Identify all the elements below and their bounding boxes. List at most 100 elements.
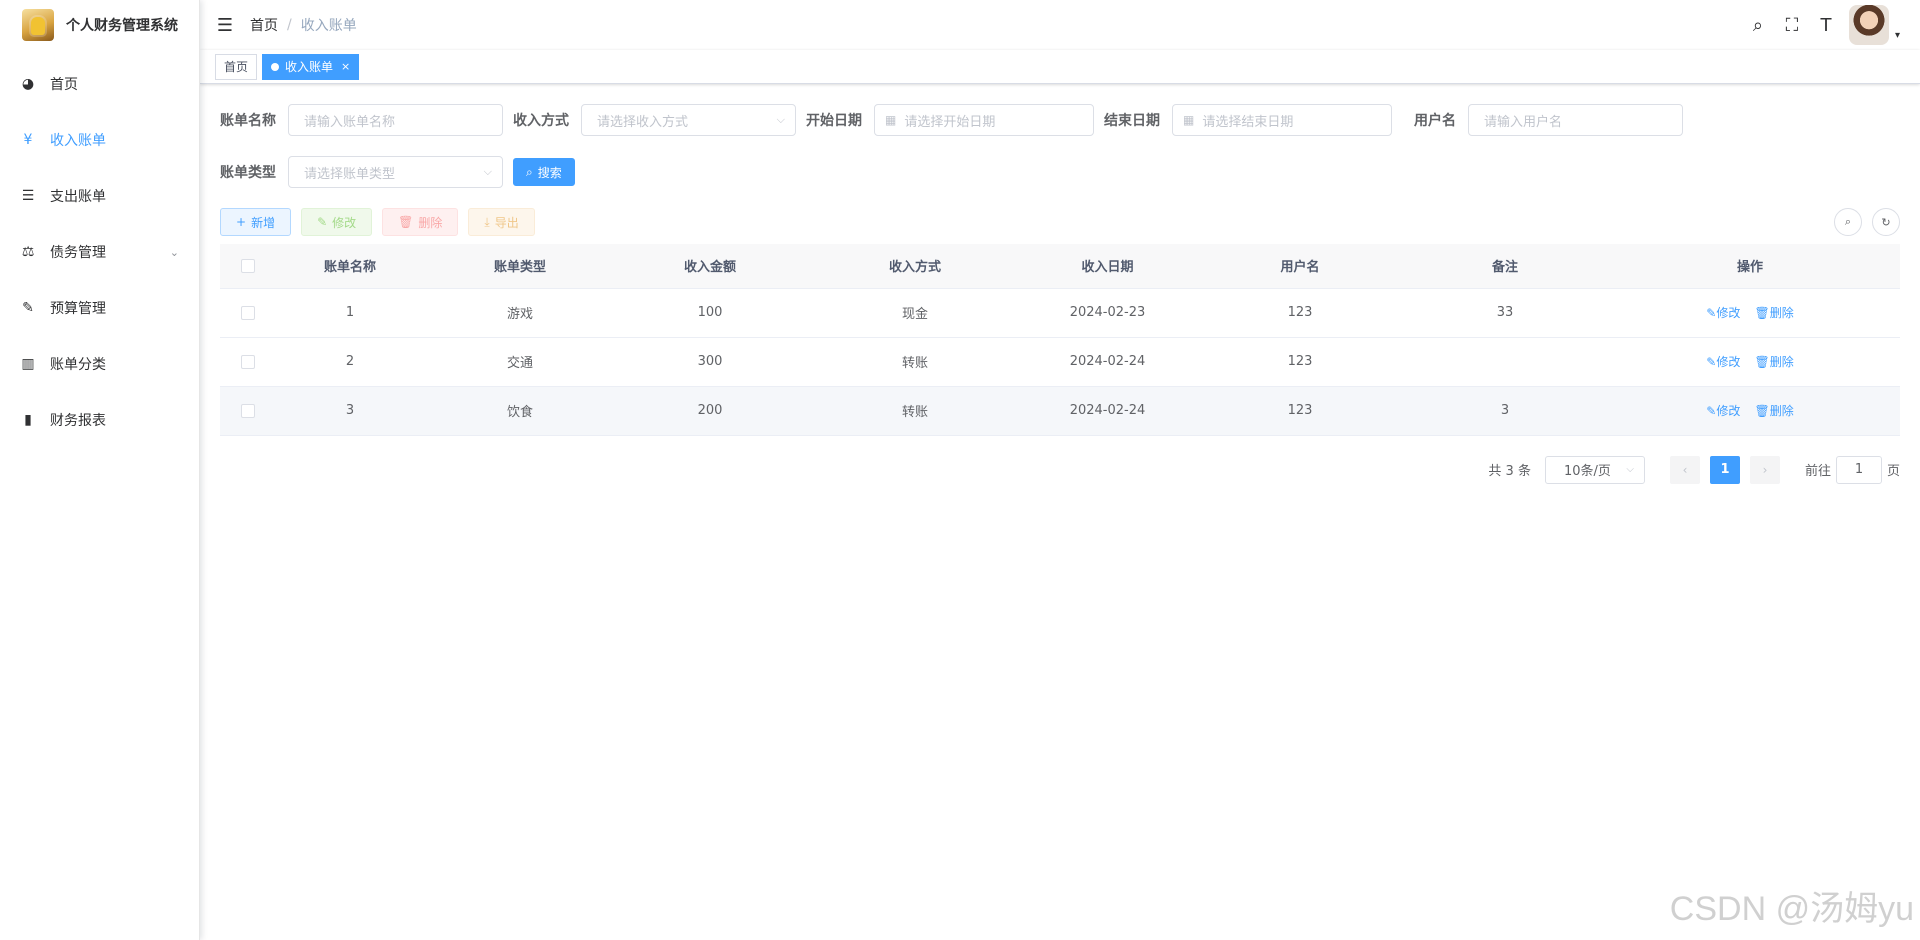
page-size-select[interactable]: 10条/页 ⌵ — [1544, 455, 1645, 484]
cell-income-date: 2024-02-24 — [1025, 386, 1190, 436]
row-delete-link[interactable]: 🗑删除 — [1754, 355, 1793, 369]
form-item-username: 用户名 请输入用户名 — [1414, 104, 1683, 136]
col-income-method: 收入方式 — [805, 244, 1025, 289]
pagination: 共 3 条 10条/页 ⌵ ‹ 1 › 前往 1 页 — [220, 455, 1900, 484]
sidebar-item-label: 支出账单 — [50, 189, 106, 205]
breadcrumb-separator: / — [287, 17, 292, 33]
select-all-cell — [220, 244, 275, 289]
cell-bill-name: 2 — [275, 337, 425, 387]
cell-income-method: 转账 — [805, 386, 1025, 436]
toggle-search-icon[interactable]: ⌕ — [1834, 208, 1862, 236]
col-income-amount: 收入金额 — [615, 244, 805, 289]
username-input[interactable]: 请输入用户名 — [1468, 104, 1683, 136]
cell-income-date: 2024-02-23 — [1025, 288, 1190, 338]
search-button[interactable]: ⌕ 搜索 — [513, 158, 575, 186]
bill-type-placeholder: 请选择账单类型 — [304, 166, 396, 182]
search-icon[interactable]: ⌕ — [1741, 0, 1775, 50]
row-delete-link[interactable]: 🗑删除 — [1754, 306, 1793, 320]
next-page-button[interactable]: › — [1749, 455, 1780, 484]
row-delete-link[interactable]: 🗑删除 — [1754, 404, 1793, 418]
sidebar-item-financial-report[interactable]: ▮ 财务报表 — [0, 392, 199, 448]
username-label: 用户名 — [1414, 113, 1456, 129]
sidebar-item-expense-bills[interactable]: ☰ 支出账单 — [0, 168, 199, 224]
breadcrumb: 首页 / 收入账单 — [250, 15, 357, 35]
prev-page-button[interactable]: ‹ — [1669, 455, 1700, 484]
chevron-down-icon: ⌵ — [1626, 464, 1634, 475]
sidebar-item-debt-management[interactable]: ⚖ 债务管理 ⌄ — [0, 224, 199, 280]
debt-icon: ⚖ — [21, 244, 35, 260]
cell-username: 123 — [1190, 386, 1410, 436]
col-bill-type: 账单类型 — [425, 244, 615, 289]
end-date-label: 结束日期 — [1104, 113, 1160, 129]
row-checkbox[interactable] — [240, 354, 255, 369]
tag-label: 首页 — [224, 59, 249, 74]
table-row[interactable]: 1 游戏 100 现金 2024-02-23 123 33 ✎修改 🗑删除 — [220, 288, 1900, 338]
close-icon[interactable]: × — [341, 55, 350, 79]
navbar: ☰ 首页 / 收入账单 ⌕ ⛶ T ▾ — [200, 0, 1920, 50]
list-icon: ☰ — [21, 188, 35, 204]
table-row[interactable]: 2 交通 300 转账 2024-02-24 123 ✎修改 🗑删除 — [220, 337, 1900, 387]
bill-name-label: 账单名称 — [220, 113, 276, 129]
table-row[interactable]: 3 饮食 200 转账 2024-02-24 123 3 ✎修改 🗑删除 — [220, 386, 1900, 436]
export-button[interactable]: ⤓ 导出 — [468, 208, 535, 236]
cell-bill-type: 游戏 — [425, 288, 615, 338]
row-edit-link[interactable]: ✎修改 — [1706, 306, 1740, 320]
edit-button[interactable]: ✎ 修改 — [301, 208, 373, 236]
add-button[interactable]: + 新增 — [220, 208, 292, 236]
sidebar-item-label: 财务报表 — [50, 413, 106, 429]
trash-icon: 🗑 — [398, 215, 414, 229]
bill-type-select[interactable]: 请选择账单类型 ⌵ — [288, 156, 503, 188]
watermark: CSDN @汤姆yu — [1669, 890, 1914, 928]
row-checkbox[interactable] — [240, 305, 255, 320]
toolbar-right: ⌕ ↻ — [1824, 208, 1900, 236]
sidebar-item-budget-management[interactable]: ✎ 预算管理 — [0, 280, 199, 336]
sidebar-item-bill-category[interactable]: ▥ 账单分类 — [0, 336, 199, 392]
export-button-label: 导出 — [494, 215, 519, 230]
bill-name-input[interactable]: 请输入账单名称 — [288, 104, 503, 136]
bill-type-label: 账单类型 — [220, 165, 276, 181]
font-size-icon[interactable]: T — [1809, 0, 1843, 50]
cell-actions: ✎修改 🗑删除 — [1600, 288, 1900, 338]
hamburger-icon[interactable]: ☰ — [200, 0, 250, 50]
cell-bill-name: 1 — [275, 288, 425, 338]
page-jumper: 前往 1 页 — [1805, 455, 1900, 484]
select-all-checkbox[interactable] — [240, 258, 255, 273]
goto-page-input[interactable]: 1 — [1835, 455, 1882, 484]
income-bill-table: 账单名称 账单类型 收入金额 收入方式 收入日期 用户名 备注 操作 1 游戏 … — [220, 244, 1900, 436]
end-date-picker[interactable]: ▦ 请选择结束日期 — [1172, 104, 1392, 136]
row-edit-link[interactable]: ✎修改 — [1706, 355, 1740, 369]
start-date-label: 开始日期 — [806, 113, 862, 129]
row-edit-link[interactable]: ✎修改 — [1706, 404, 1740, 418]
delete-button-label: 删除 — [418, 215, 443, 230]
breadcrumb-home[interactable]: 首页 — [250, 15, 278, 35]
search-button-label: 搜索 — [537, 165, 562, 180]
fullscreen-icon[interactable]: ⛶ — [1775, 0, 1809, 50]
chevron-down-icon[interactable]: ⌄ — [170, 246, 179, 259]
username-placeholder: 请输入用户名 — [1484, 114, 1563, 130]
form-item-start-date: 开始日期 ▦ 请选择开始日期 — [806, 104, 1094, 136]
form-item-bill-type: 账单类型 请选择账单类型 ⌵ — [220, 156, 503, 188]
yen-icon: ¥ — [23, 132, 33, 148]
start-date-picker[interactable]: ▦ 请选择开始日期 — [874, 104, 1094, 136]
cell-income-method: 现金 — [805, 288, 1025, 338]
app-title: 个人财务管理系统 — [66, 18, 178, 34]
sidebar-item-label: 债务管理 — [50, 245, 106, 261]
sidebar-item-home[interactable]: ◕ 首页 — [0, 56, 199, 112]
tag-label: 收入账单 — [285, 59, 334, 74]
edit-icon: ✎ — [317, 215, 328, 229]
refresh-icon[interactable]: ↻ — [1872, 208, 1900, 236]
row-checkbox[interactable] — [240, 403, 255, 418]
income-method-select[interactable]: 请选择收入方式 ⌵ — [581, 104, 796, 136]
col-note: 备注 — [1410, 244, 1600, 289]
caret-down-icon[interactable]: ▾ — [1895, 30, 1900, 41]
logo-area[interactable]: 个人财务管理系统 — [0, 0, 199, 50]
delete-button[interactable]: 🗑 删除 — [382, 208, 459, 236]
sidebar-item-income-bills[interactable]: ¥ 收入账单 — [0, 112, 199, 168]
tag-income-bills[interactable]: 收入账单 × — [262, 53, 360, 80]
tag-home[interactable]: 首页 — [215, 53, 258, 80]
pagination-total: 共 3 条 — [1488, 464, 1531, 479]
avatar[interactable] — [1848, 5, 1889, 45]
cell-bill-type: 交通 — [425, 337, 615, 387]
page-number-current[interactable]: 1 — [1709, 455, 1740, 484]
avatar-dropdown[interactable]: ▾ — [1848, 5, 1900, 45]
